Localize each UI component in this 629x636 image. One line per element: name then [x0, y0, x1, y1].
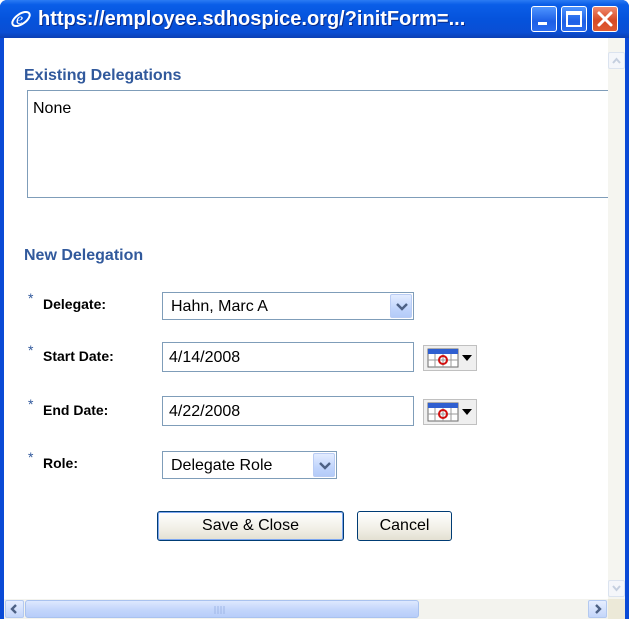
role-value: Delegate Role [171, 457, 273, 474]
existing-delegations-heading: Existing Delegations [24, 67, 182, 84]
start-date-value: 4/14/2008 [169, 349, 241, 366]
new-delegation-heading: New Delegation [24, 247, 144, 264]
title-bar[interactable]: e https://employee.sdhospice.org/?initFo… [0, 0, 629, 38]
scroll-down-button[interactable] [608, 580, 625, 597]
role-select[interactable]: Delegate Role [162, 451, 337, 479]
save-close-button[interactable]: Save & Close [157, 511, 344, 541]
chevron-up-icon [612, 57, 621, 64]
delegate-row: * Delegate: Hahn, Marc A [4, 289, 604, 321]
close-icon [597, 11, 613, 27]
scroll-left-button[interactable] [5, 600, 24, 618]
chevron-down-icon [396, 303, 408, 311]
chevron-left-icon [10, 604, 17, 614]
role-row: * Role: Delegate Role [4, 448, 604, 480]
minimize-icon [538, 22, 547, 25]
delegate-select[interactable]: Hahn, Marc A [162, 292, 414, 320]
dialog-content: Existing Delegations None New Delegation… [4, 38, 612, 615]
popup-window: e https://employee.sdhospice.org/?initFo… [0, 0, 629, 636]
close-button[interactable] [592, 6, 618, 32]
role-label: Role: [43, 455, 78, 471]
minimize-button[interactable] [531, 6, 557, 32]
ie-icon: e [11, 10, 31, 28]
grip-icon [214, 606, 225, 614]
end-date-input[interactable]: 4/22/2008 [162, 396, 414, 426]
maximize-icon [566, 11, 582, 27]
start-date-calendar-icon[interactable] [423, 345, 477, 371]
horizontal-scrollbar[interactable] [4, 599, 608, 619]
required-marker: * [28, 396, 34, 412]
existing-delegations-text: None [33, 100, 72, 117]
required-marker: * [28, 290, 34, 306]
chevron-down-icon [612, 585, 621, 592]
delegate-label: Delegate: [43, 296, 107, 312]
chevron-down-icon [319, 462, 331, 470]
maximize-button[interactable] [561, 6, 587, 32]
window-title: https://employee.sdhospice.org/?initForm… [38, 8, 466, 30]
end-date-label: End Date: [43, 402, 109, 418]
scroll-up-button[interactable] [608, 52, 625, 69]
start-date-input[interactable]: 4/14/2008 [162, 342, 414, 372]
required-marker: * [28, 342, 34, 358]
end-date-calendar-icon[interactable] [423, 399, 477, 425]
window-bottom-edge [0, 619, 629, 636]
scrollbar-corner [608, 599, 625, 619]
end-date-value: 4/22/2008 [169, 403, 241, 420]
vertical-scrollbar[interactable] [608, 38, 625, 599]
delegate-value: Hahn, Marc A [171, 298, 268, 315]
start-date-row: * Start Date: 4/14/2008 [4, 341, 604, 373]
svg-text:e: e [16, 11, 23, 28]
role-dropdown-button[interactable] [313, 453, 335, 477]
scroll-right-button[interactable] [588, 600, 607, 618]
delegate-dropdown-button[interactable] [390, 294, 412, 318]
start-date-label: Start Date: [43, 348, 114, 364]
existing-delegations-list[interactable]: None [27, 90, 612, 198]
chevron-right-icon [595, 604, 602, 614]
end-date-row: * End Date: 4/22/2008 [4, 395, 604, 427]
required-marker: * [28, 449, 34, 465]
cancel-button[interactable]: Cancel [357, 511, 452, 541]
horizontal-scroll-thumb[interactable] [25, 600, 419, 618]
